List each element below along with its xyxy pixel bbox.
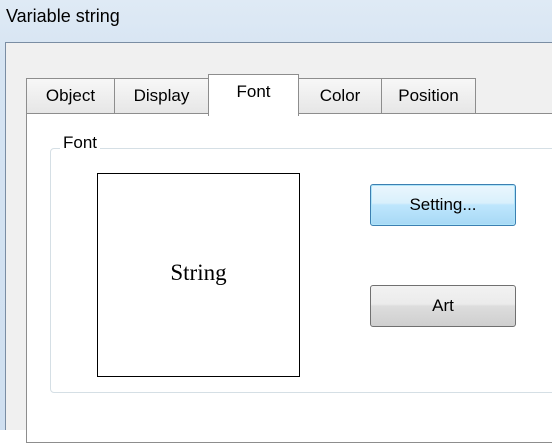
setting-button[interactable]: Setting... xyxy=(370,184,516,226)
tab-strip: Object Display Font Color Position xyxy=(26,74,546,116)
font-group-label: Font xyxy=(60,133,101,153)
tab-color[interactable]: Color xyxy=(298,78,382,114)
tab-display[interactable]: Display xyxy=(114,78,209,114)
font-preview-box: String xyxy=(97,173,300,377)
font-preview-text: String xyxy=(170,260,227,285)
tab-object[interactable]: Object xyxy=(26,78,115,114)
art-button[interactable]: Art xyxy=(370,285,516,327)
tab-font[interactable]: Font xyxy=(208,74,299,116)
tab-position[interactable]: Position xyxy=(381,78,476,114)
window-title: Variable string xyxy=(6,6,120,26)
